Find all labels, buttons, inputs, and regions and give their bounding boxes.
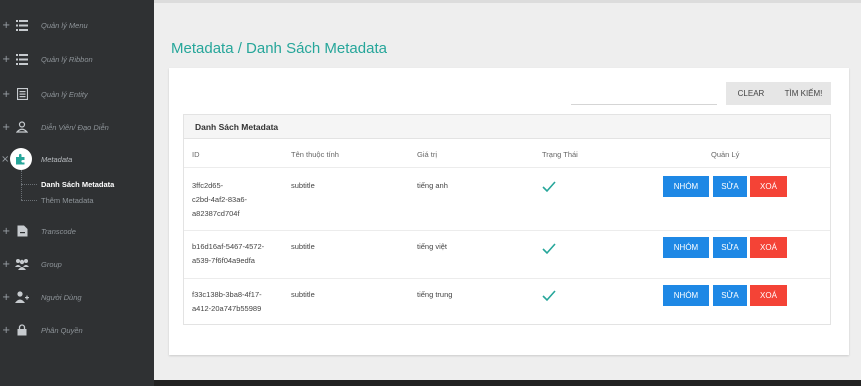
search-button[interactable]: TÌM KIẾM! <box>776 82 831 105</box>
list-icon <box>15 52 29 66</box>
bottom-bar <box>154 380 861 386</box>
sidebar-subitem-add-metadata[interactable]: Thêm Metadata <box>41 196 94 205</box>
sidebar-item-label: Người Dùng <box>41 292 82 302</box>
cell-id: 3ffc2d65- c2bd-4af2-83a6- a82387cd704f <box>192 181 248 218</box>
expand-plus-icon: + <box>2 291 11 303</box>
sidebar-item-label: Quản lý Menu <box>41 20 88 30</box>
file-icon <box>15 224 29 238</box>
puzzle-icon <box>10 148 32 170</box>
list-icon <box>15 18 29 32</box>
table-panel-header: Danh Sách Metadata <box>184 115 830 139</box>
row-divider <box>184 278 830 279</box>
sidebar-item-label: Phân Quyền <box>41 325 83 335</box>
column-header-id: ID <box>192 150 200 159</box>
metadata-table: Danh Sách Metadata ID Tên thuộc tính Giá… <box>183 114 831 325</box>
user-add-icon <box>15 290 29 304</box>
tree-connector <box>21 184 37 185</box>
column-header-actions: Quản Lý <box>711 150 740 159</box>
cell-id: f33c138b-3ba8-4f17- a412-20a747b55989 <box>192 290 262 313</box>
sidebar-item-label: Transcode <box>41 226 76 236</box>
tree-connector <box>21 170 22 200</box>
delete-button[interactable]: XOÁ <box>750 237 787 258</box>
sidebar-item-menu[interactable]: + Quản lý Menu <box>0 14 154 36</box>
expand-plus-icon: + <box>2 88 11 100</box>
group-icon <box>15 257 29 271</box>
cell-value: tiếng anh <box>417 181 448 190</box>
sidebar-item-user[interactable]: + Người Dùng <box>0 286 154 308</box>
delete-button[interactable]: XOÁ <box>750 285 787 306</box>
expand-plus-icon: + <box>2 53 11 65</box>
sidebar-item-permission[interactable]: + Phân Quyền <box>0 319 154 341</box>
cell-value: tiếng việt <box>417 242 448 251</box>
tree-connector <box>21 200 37 201</box>
clear-button[interactable]: CLEAR <box>726 82 776 105</box>
top-border <box>154 0 861 3</box>
document-icon <box>15 87 29 101</box>
sidebar-item-label: Group <box>41 259 62 269</box>
sidebar-item-metadata[interactable]: × Metadata <box>0 148 154 170</box>
sidebar-item-ribbon[interactable]: + Quản lý Ribbon <box>0 48 154 70</box>
sidebar-item-entity[interactable]: + Quản lý Entity <box>0 83 154 105</box>
edit-button[interactable]: SỬA <box>713 176 747 197</box>
group-button[interactable]: NHÓM <box>663 285 709 306</box>
cell-id: b16d16af-5467-4572- a539-7f6f04a9edfa <box>192 242 265 265</box>
sidebar-item-label: Quản lý Entity <box>41 89 88 99</box>
expand-plus-icon: + <box>2 19 11 31</box>
column-header-name: Tên thuộc tính <box>291 150 339 159</box>
sidebar-item-label: Diễn Viên/ Đạo Diễn <box>41 122 109 132</box>
group-button[interactable]: NHÓM <box>663 176 709 197</box>
row-divider <box>184 230 830 231</box>
lock-icon <box>15 323 29 337</box>
expand-plus-icon: + <box>2 324 11 336</box>
sidebar-item-transcode[interactable]: + Transcode <box>0 220 154 242</box>
page-title: Metadata / Danh Sách Metadata <box>171 40 387 57</box>
edit-button[interactable]: SỬA <box>713 285 747 306</box>
delete-button[interactable]: XOÁ <box>750 176 787 197</box>
check-icon <box>542 181 556 193</box>
cell-name: subtitle <box>291 290 315 299</box>
sidebar: + Quản lý Menu + Quản lý Ribbon + Quản l… <box>0 0 154 386</box>
sidebar-item-label: Quản lý Ribbon <box>41 54 93 64</box>
sidebar-item-actor[interactable]: + Diễn Viên/ Đạo Diễn <box>0 116 154 138</box>
group-button[interactable]: NHÓM <box>663 237 709 258</box>
sidebar-item-label: Metadata <box>41 154 73 164</box>
person-icon <box>15 120 29 134</box>
expand-plus-icon: + <box>2 121 11 133</box>
cell-value: tiếng trung <box>417 290 453 299</box>
cell-name: subtitle <box>291 181 315 190</box>
check-icon <box>542 290 556 302</box>
sidebar-item-group[interactable]: + Group <box>0 253 154 275</box>
column-header-status: Trạng Thái <box>542 150 578 159</box>
expand-plus-icon: + <box>2 225 11 237</box>
sidebar-subitem-list-metadata[interactable]: Danh Sách Metadata <box>41 180 114 189</box>
row-divider <box>184 167 830 168</box>
table-title: Danh Sách Metadata <box>195 122 279 132</box>
cell-name: subtitle <box>291 242 315 251</box>
search-input[interactable] <box>571 84 717 105</box>
column-header-value: Giá trị <box>417 150 438 159</box>
expand-plus-icon: + <box>2 258 11 270</box>
edit-button[interactable]: SỬA <box>713 237 747 258</box>
check-icon <box>542 243 556 255</box>
